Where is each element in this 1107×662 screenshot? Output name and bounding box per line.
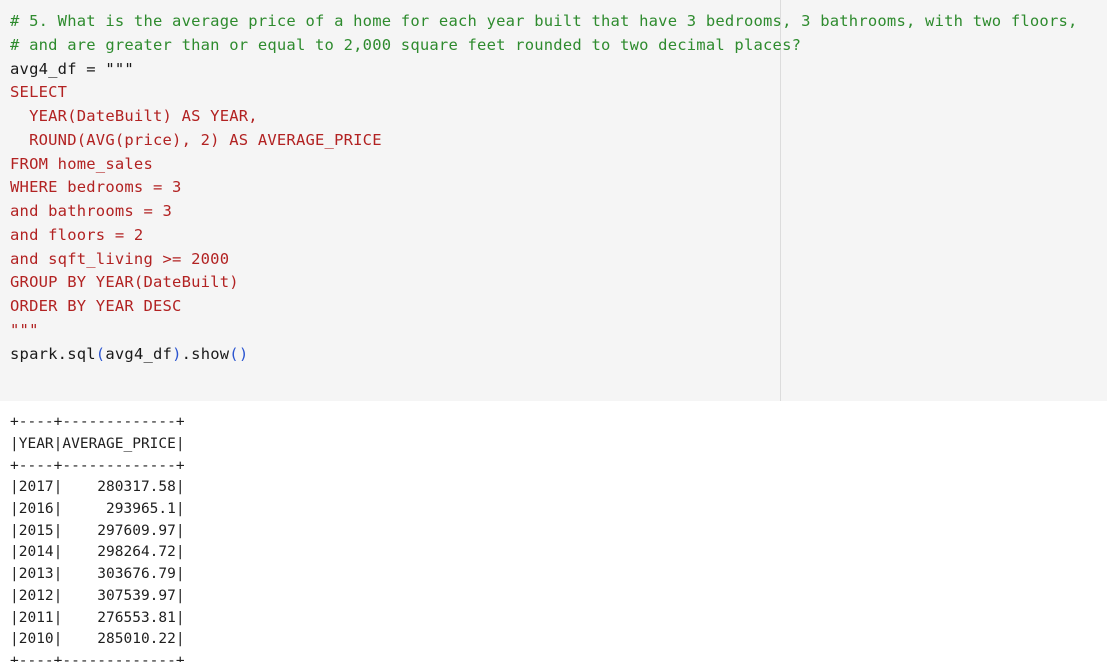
spark-sql-show-line: spark.sql(avg4_df).show() [10, 344, 248, 364]
table-row: |2013| 303676.79| [10, 566, 185, 582]
query-variable: avg4_df [105, 345, 173, 363]
sql-order-by-line: ORDER BY YEAR DESC [10, 297, 182, 315]
sql-where-bedrooms-line: WHERE bedrooms = 3 [10, 178, 182, 196]
sql-group-by-line: GROUP BY YEAR(DateBuilt) [10, 273, 239, 291]
code-assignment-line: avg4_df = """ [10, 60, 134, 78]
table-row: |2017| 280317.58| [10, 479, 185, 495]
line-length-ruler [780, 0, 781, 401]
sql-year-column-line: YEAR(DateBuilt) AS YEAR, [10, 107, 258, 125]
show-close-paren: ) [238, 345, 249, 363]
sql-and-floors-line: and floors = 2 [10, 226, 144, 244]
cell-output: +----+-------------+ |YEAR|AVERAGE_PRICE… [0, 401, 1107, 662]
table-row: |2010| 285010.22| [10, 631, 185, 647]
table-row: |2011| 276553.81| [10, 610, 185, 626]
show-open-paren: ( [229, 345, 239, 363]
table-header-border: +----+-------------+ [10, 458, 185, 474]
table-bottom-border: +----+-------------+ [10, 653, 185, 662]
sql-average-price-column-line: ROUND(AVG(price), 2) AS AVERAGE_PRICE [10, 131, 382, 149]
code-comment-line-2: # and are greater than or equal to 2,000… [10, 36, 802, 54]
show-method: .show [181, 345, 230, 363]
table-row: |2016| 293965.1| [10, 501, 185, 517]
close-paren: ) [172, 345, 182, 363]
spark-sql-call: spark.sql [10, 345, 96, 363]
code-comment-line-1: # 5. What is the average price of a home… [10, 12, 1078, 30]
table-row: |2015| 297609.97| [10, 523, 185, 539]
table-row: |2012| 307539.97| [10, 588, 185, 604]
sql-from-line: FROM home_sales [10, 155, 153, 173]
sql-select-line: SELECT [10, 83, 68, 101]
code-cell[interactable]: # 5. What is the average price of a home… [0, 0, 1107, 401]
table-row: |2014| 298264.72| [10, 544, 185, 560]
open-paren: ( [95, 345, 106, 363]
sql-and-sqft-line: and sqft_living >= 2000 [10, 250, 230, 268]
string-close-quotes-line: """ [10, 321, 39, 339]
table-top-border: +----+-------------+ [10, 414, 185, 430]
table-header-row: |YEAR|AVERAGE_PRICE| [10, 436, 185, 452]
sql-and-bathrooms-line: and bathrooms = 3 [10, 202, 173, 220]
